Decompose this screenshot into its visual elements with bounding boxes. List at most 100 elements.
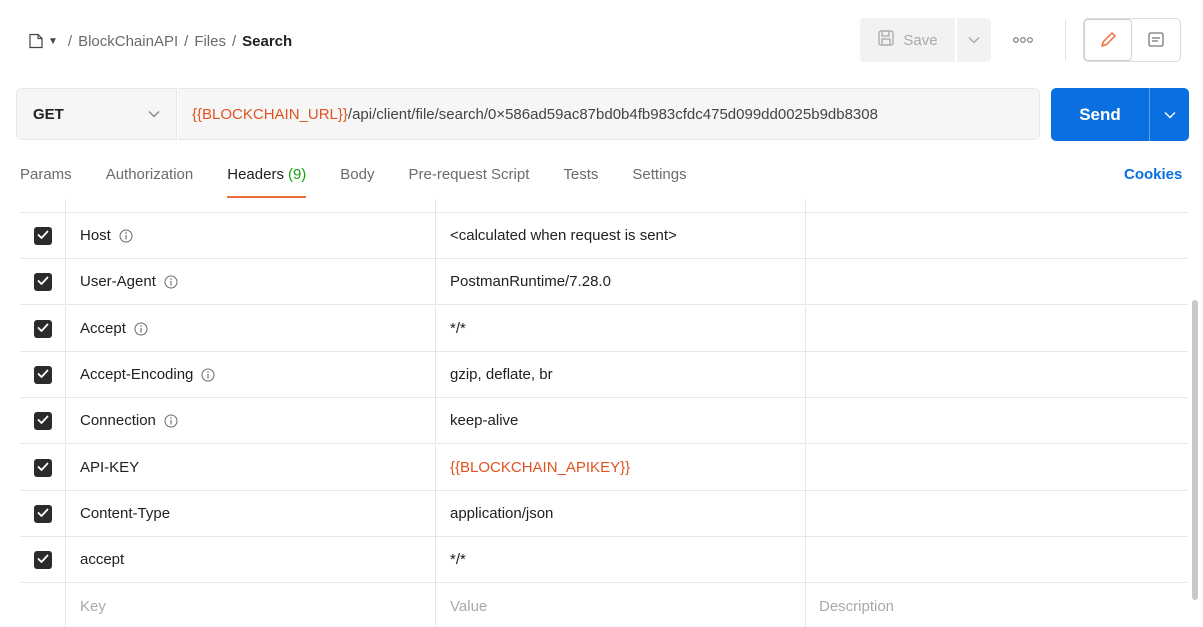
key-cell[interactable]: Connection [66, 398, 436, 443]
breadcrumb-collection[interactable]: BlockChainAPI [78, 33, 178, 50]
value-cell[interactable]: {{BLOCKCHAIN_APIKEY}} [436, 445, 806, 490]
value-cell[interactable]: keep-alive [436, 398, 806, 443]
description-cell[interactable] [806, 398, 1188, 443]
send-button[interactable]: Send [1051, 88, 1149, 141]
header-key: Accept [80, 320, 126, 337]
url-input[interactable]: {{BLOCKCHAIN_URL}}/api/client/file/searc… [178, 88, 1040, 140]
request-file-icon[interactable] [28, 33, 44, 49]
tab-settings[interactable]: Settings [632, 160, 686, 200]
info-icon[interactable] [164, 414, 178, 428]
header-key: accept [80, 551, 125, 568]
toolbar-divider [1065, 20, 1066, 60]
breadcrumb-folder[interactable]: Files [194, 33, 226, 50]
tab-headers[interactable]: Headers (9) [227, 160, 307, 200]
info-icon[interactable] [134, 322, 148, 336]
scrollbar-thumb[interactable] [1192, 300, 1198, 600]
save-group: Save [860, 18, 991, 62]
tab-pre-request-script[interactable]: Pre-request Script [409, 160, 530, 200]
info-icon[interactable] [119, 229, 133, 243]
more-dots-icon [1013, 37, 1033, 43]
header-enabled-checkbox[interactable] [33, 550, 52, 569]
breadcrumb-separator: / [231, 32, 237, 50]
value-cell [436, 199, 806, 212]
save-options-button[interactable] [957, 18, 991, 62]
documentation-mode-button[interactable] [1132, 19, 1180, 61]
header-enabled-checkbox[interactable] [33, 319, 52, 338]
header-enabled-checkbox[interactable] [33, 272, 52, 291]
comment-doc-icon [1148, 32, 1164, 47]
tab-label: Authorization [105, 166, 194, 183]
new-header-row: Key Value Description [20, 583, 1188, 627]
tab-label: Settings [632, 166, 687, 183]
new-value-input[interactable]: Value [436, 583, 806, 627]
save-label: Save [903, 31, 938, 49]
check-icon [37, 366, 49, 384]
key-cell[interactable]: Accept [66, 306, 436, 351]
table-row: Connection keep-alive [20, 398, 1188, 444]
breadcrumb-separator: / [184, 32, 189, 50]
header-enabled-checkbox[interactable] [33, 458, 52, 477]
tab-authorization[interactable]: Authorization [106, 160, 194, 200]
check-icon [37, 459, 49, 477]
row-checkbox-cell [20, 213, 66, 258]
description-cell[interactable] [806, 259, 1188, 304]
request-tabs: Params Authorization Headers (9) Body Pre… [20, 160, 687, 200]
table-row: User-Agent PostmanRuntime/7.28.0 [20, 259, 1188, 305]
value-cell[interactable]: PostmanRuntime/7.28.0 [436, 259, 806, 304]
tab-params[interactable]: Params [20, 160, 72, 200]
pencil-icon [1101, 32, 1116, 47]
new-description-input[interactable]: Description [806, 583, 1188, 627]
header-value: */* [450, 551, 466, 568]
table-row: Content-Type application/json [20, 491, 1188, 537]
check-icon [37, 412, 49, 430]
edit-mode-button[interactable] [1084, 19, 1132, 61]
value-cell[interactable]: */* [436, 306, 806, 351]
url-text: {{BLOCKCHAIN_URL}}/api/client/file/searc… [192, 106, 878, 123]
description-cell[interactable] [806, 537, 1188, 582]
key-cell[interactable]: Accept-Encoding [66, 352, 436, 397]
value-cell[interactable]: gzip, deflate, br [436, 352, 806, 397]
method-select[interactable]: GET [16, 88, 177, 140]
header-key: Connection [80, 412, 156, 429]
caret-down-icon[interactable]: ▼ [48, 36, 58, 47]
header-enabled-checkbox[interactable] [33, 504, 52, 523]
tab-label: Tests [563, 166, 599, 183]
key-cell[interactable]: accept [66, 537, 436, 582]
description-cell[interactable] [806, 352, 1188, 397]
value-cell[interactable]: application/json [436, 491, 806, 536]
header-key: Host [80, 227, 111, 244]
header-enabled-checkbox[interactable] [33, 411, 52, 430]
key-cell[interactable]: User-Agent [66, 259, 436, 304]
tab-body[interactable]: Body [340, 160, 374, 200]
header-enabled-checkbox[interactable] [33, 226, 52, 245]
header-value: */* [450, 320, 466, 337]
description-cell[interactable] [806, 306, 1188, 351]
send-options-button[interactable] [1149, 88, 1189, 141]
more-actions-button[interactable] [1008, 26, 1038, 54]
new-key-input[interactable]: Key [66, 583, 436, 627]
breadcrumb-current-request[interactable]: Search [242, 33, 292, 50]
row-checkbox-cell [20, 491, 66, 536]
save-button[interactable]: Save [860, 18, 955, 62]
key-cell[interactable]: API-KEY [66, 445, 436, 490]
url-variable: {{BLOCKCHAIN_URL}} [192, 105, 348, 123]
key-cell[interactable]: Content-Type [66, 491, 436, 536]
description-cell[interactable] [806, 445, 1188, 490]
url-path: /api/client/file/search/0×586ad59ac87bd0… [347, 105, 878, 123]
info-icon[interactable] [201, 368, 215, 382]
header-enabled-checkbox[interactable] [33, 365, 52, 384]
description-cell[interactable] [806, 491, 1188, 536]
tab-label: Params [20, 166, 72, 183]
header-value: PostmanRuntime/7.28.0 [450, 273, 611, 290]
value-cell[interactable]: */* [436, 537, 806, 582]
tab-label: Headers [227, 166, 284, 183]
row-checkbox-cell [20, 352, 66, 397]
tab-tests[interactable]: Tests [563, 160, 598, 200]
view-mode-toggle [1083, 18, 1181, 62]
check-icon [37, 227, 49, 245]
key-cell[interactable]: Host [66, 213, 436, 258]
description-cell[interactable] [806, 213, 1188, 258]
cookies-link[interactable]: Cookies [1124, 166, 1182, 183]
info-icon[interactable] [164, 275, 178, 289]
value-cell[interactable]: <calculated when request is sent> [436, 213, 806, 258]
